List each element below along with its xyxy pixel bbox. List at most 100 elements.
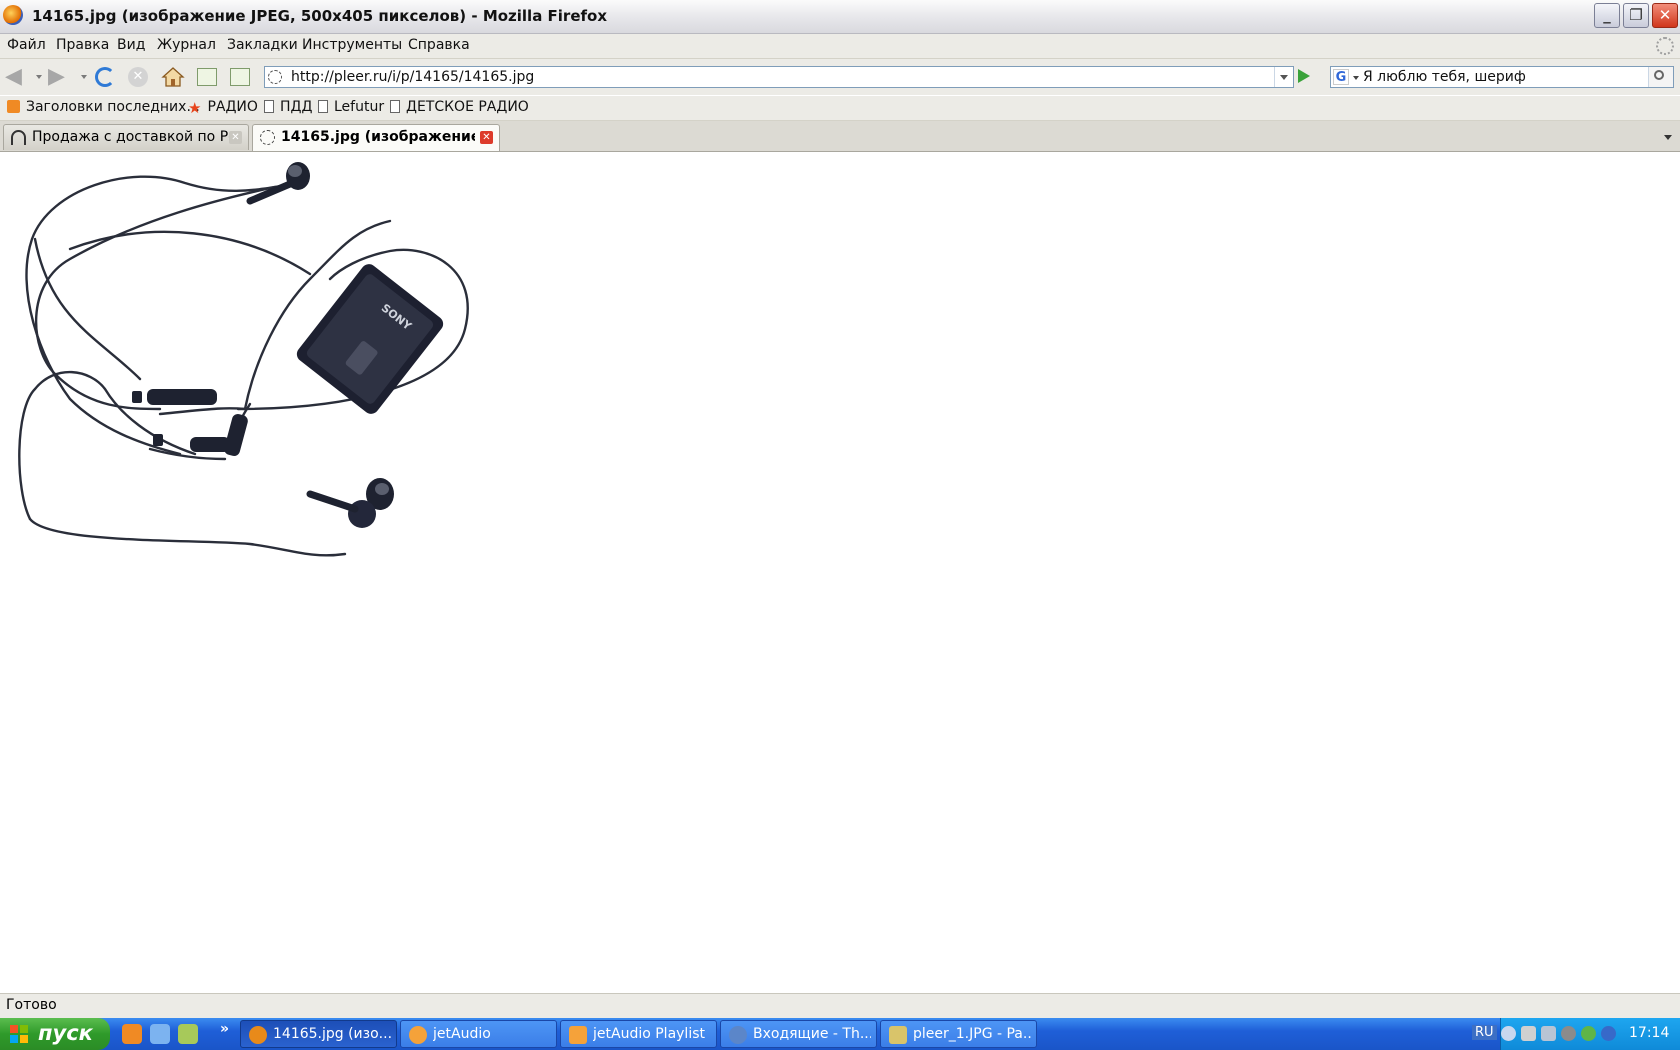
bookmark-label: Lefutur (334, 99, 385, 115)
paint-icon (889, 1026, 907, 1044)
menu-view[interactable]: Вид (117, 37, 145, 53)
new-tab-button[interactable] (197, 66, 221, 88)
maximize-button[interactable]: ❐ (1623, 3, 1649, 28)
back-button[interactable]: ◀ (5, 66, 29, 88)
forward-arrow-icon: ▶ (48, 64, 65, 89)
bookmark-item[interactable]: Заголовки последних... (7, 99, 200, 115)
search-bar[interactable]: G Я люблю тебя, шериф (1330, 66, 1674, 88)
task-label: 14165.jpg (изо... (273, 1026, 391, 1042)
tab-close-button[interactable]: ✕ (229, 131, 242, 144)
task-thunderbird[interactable]: Входящие - Th... (720, 1020, 877, 1048)
system-tray: RU 17:14 (1472, 1018, 1680, 1050)
go-button[interactable] (1298, 69, 1310, 83)
bookmark-label: Заголовки последних... (26, 99, 200, 115)
site-icon (268, 70, 282, 84)
bookmark-item[interactable]: Lefutur (318, 99, 384, 115)
star-icon: ★ (188, 99, 202, 117)
volume-icon[interactable] (1561, 1026, 1576, 1041)
reload-button[interactable] (95, 66, 119, 88)
page-icon (264, 100, 274, 113)
start-label: пуск (38, 1021, 93, 1045)
firefox-icon (249, 1026, 267, 1044)
bookmark-item[interactable]: ПДД (264, 99, 312, 115)
save-page-button[interactable] (230, 66, 254, 88)
stop-icon: ✕ (128, 67, 148, 87)
menu-edit[interactable]: Правка (56, 37, 109, 53)
jetaudio-icon (409, 1026, 427, 1044)
task-paint[interactable]: pleer_1.JPG - Pa... (880, 1020, 1037, 1048)
task-label: jetAudio Playlist (593, 1026, 705, 1042)
menu-tools[interactable]: Инструменты (302, 37, 402, 53)
bookmarks-toolbar: Заголовки последних... ★ РАДИО ПДД Lefutu… (0, 96, 1680, 121)
bookmark-label: ПДД (280, 99, 313, 115)
menu-bar: Файл Правка Вид Журнал Закладки Инструме… (0, 34, 1680, 59)
forward-button[interactable]: ▶ (48, 66, 72, 88)
tab-label: 14165.jpg (изображение ... (281, 129, 475, 145)
reload-icon (95, 67, 115, 87)
task-jetaudio[interactable]: jetAudio (400, 1020, 557, 1048)
headphones-icon (11, 130, 26, 145)
task-firefox[interactable]: 14165.jpg (изо... (240, 1020, 397, 1048)
url-history-dropdown[interactable] (1274, 67, 1293, 87)
search-input[interactable]: Я люблю тебя, шериф (1363, 69, 1526, 85)
minimize-icon: _ (1603, 6, 1611, 24)
page-icon (318, 100, 328, 113)
task-label: pleer_1.JPG - Pa... (913, 1026, 1031, 1042)
language-indicator[interactable]: RU (1472, 1025, 1497, 1040)
quick-launch-jetaudio-icon[interactable] (122, 1024, 142, 1044)
quick-launch-more-button[interactable]: » (220, 1021, 229, 1037)
stop-button[interactable]: ✕ (128, 66, 152, 88)
quick-launch-clock-icon[interactable] (178, 1024, 198, 1044)
quick-launch-desktop-icon[interactable] (150, 1024, 170, 1044)
tab-shop[interactable]: Продажа с доставкой по Ро... ✕ (3, 124, 249, 150)
menu-bookmarks[interactable]: Закладки (227, 37, 298, 53)
rss-icon (7, 100, 20, 113)
tab-list-button[interactable] (1660, 129, 1676, 145)
new-tab-icon (197, 68, 217, 86)
tray-collapse-icon[interactable] (1501, 1026, 1516, 1041)
tab-bar: Продажа с доставкой по Ро... ✕ 14165.jpg… (0, 121, 1680, 152)
menu-help[interactable]: Справка (408, 37, 470, 53)
close-button[interactable]: ✕ (1652, 3, 1678, 28)
taskbar: пуск » 14165.jpg (изо... jetAudio jetAud… (0, 1018, 1680, 1050)
search-button[interactable] (1648, 67, 1673, 87)
image-icon (260, 130, 275, 145)
menu-file[interactable]: Файл (7, 37, 46, 53)
bookmark-item[interactable]: ДЕТСКОЕ РАДИО (390, 99, 529, 115)
download-icon (230, 68, 250, 86)
security-icon[interactable] (1601, 1026, 1616, 1041)
headphones-product-image: SONY (18, 162, 469, 557)
firefox-icon (3, 5, 23, 25)
forward-history-dropdown[interactable] (81, 75, 87, 79)
jetaudio-playlist-icon (569, 1026, 587, 1044)
start-button[interactable]: пуск (0, 1018, 110, 1050)
home-icon (161, 67, 185, 87)
search-engine-dropdown[interactable] (1353, 76, 1359, 80)
title-bar: 14165.jpg (изображение JPEG, 500x405 пик… (0, 0, 1680, 34)
home-button[interactable] (161, 66, 185, 88)
tab-image[interactable]: 14165.jpg (изображение ... ✕ (252, 124, 500, 151)
url-text[interactable]: http://pleer.ru/i/p/14165/14165.jpg (291, 69, 534, 85)
tab-close-button[interactable]: ✕ (480, 131, 493, 144)
search-engine-icon[interactable]: G (1333, 69, 1349, 85)
keyboard-icon[interactable] (1521, 1026, 1536, 1041)
back-arrow-icon: ◀ (5, 64, 22, 89)
restore-icon: ❐ (1629, 6, 1643, 24)
page-icon (390, 100, 400, 113)
magnifier-icon (1654, 70, 1664, 80)
back-history-dropdown[interactable] (36, 75, 42, 79)
url-bar[interactable]: http://pleer.ru/i/p/14165/14165.jpg (264, 66, 1294, 88)
status-text: Готово (6, 997, 57, 1013)
clock[interactable]: 17:14 (1629, 1025, 1669, 1041)
chrome-icon[interactable] (1581, 1026, 1596, 1041)
close-icon: ✕ (1658, 6, 1672, 24)
bookmark-item[interactable]: ★ РАДИО (188, 99, 258, 117)
task-label: jetAudio (433, 1026, 491, 1042)
menu-history[interactable]: Журнал (157, 37, 216, 53)
minimize-button[interactable]: _ (1594, 3, 1620, 28)
tab-label: Продажа с доставкой по Ро... (32, 129, 232, 145)
throbber-icon (1656, 37, 1674, 55)
network-icon[interactable] (1541, 1026, 1556, 1041)
window-title: 14165.jpg (изображение JPEG, 500x405 пик… (32, 7, 608, 25)
task-jetaudio-playlist[interactable]: jetAudio Playlist (560, 1020, 717, 1048)
